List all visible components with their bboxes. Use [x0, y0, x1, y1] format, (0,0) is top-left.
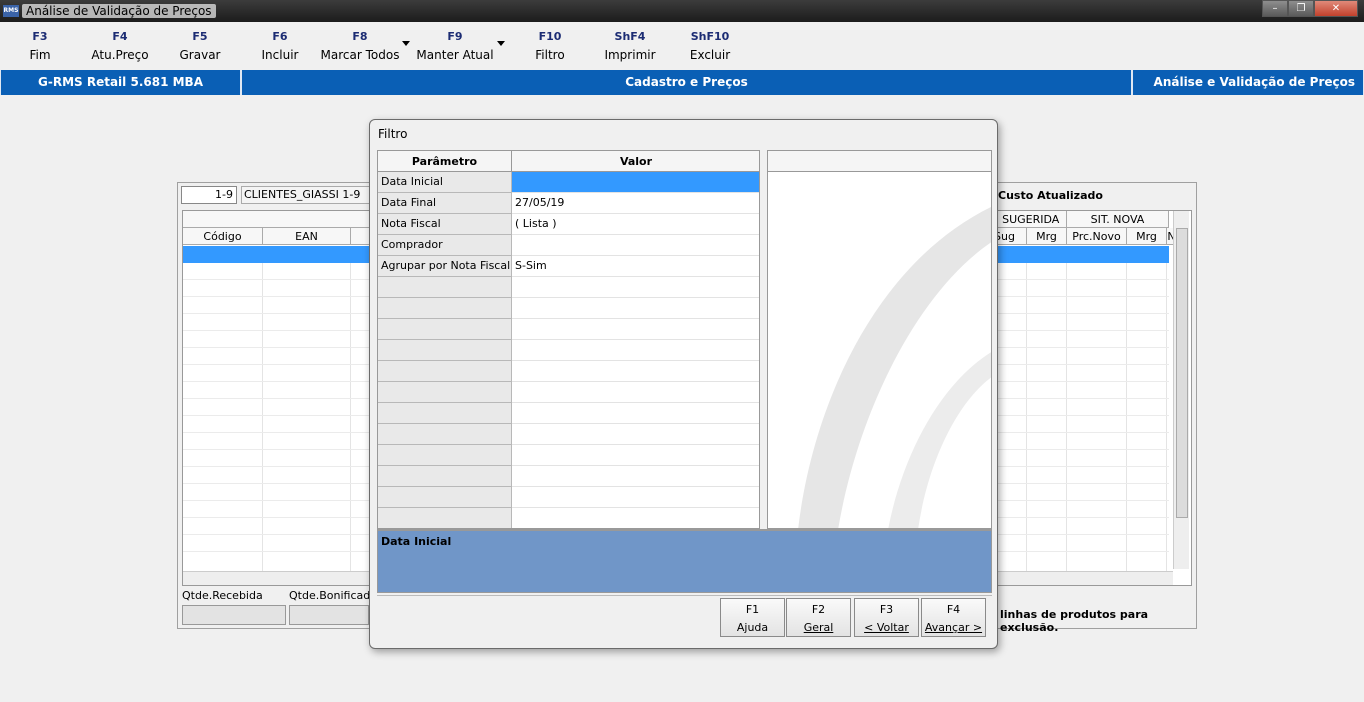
scrollbar-thumb[interactable] [1176, 228, 1188, 518]
column-header-valor: Valor [512, 151, 759, 172]
manter-atual-dropdown-icon[interactable] [497, 41, 505, 46]
empty-row [378, 361, 759, 382]
qtde-recebida-field [182, 605, 286, 625]
param-row-comprador[interactable]: Comprador [378, 235, 759, 256]
qtde-bonificada-label: Qtde.Bonificada [289, 589, 377, 602]
toolbar-imprimir-button[interactable]: ShF4 Imprimir [590, 30, 670, 62]
column-header-mrg[interactable]: Mrg [1027, 228, 1067, 245]
app-logo-icon: RMS [3, 5, 19, 17]
column-line [1126, 263, 1127, 573]
empty-row [378, 508, 759, 528]
param-label: Agrupar por Nota Fiscal [378, 256, 512, 277]
param-label: Data Inicial [378, 172, 512, 193]
filter-dialog: Filtro Parâmetro Valor Data Inicial Data… [369, 119, 998, 649]
column-line [1166, 263, 1167, 573]
param-row-agrupar-nota-fiscal[interactable]: Agrupar por Nota Fiscal S-Sim [378, 256, 759, 277]
dialog-separator [377, 595, 992, 596]
column-header-prc-novo[interactable]: Prc.Novo [1067, 228, 1127, 245]
param-label: Comprador [378, 235, 512, 256]
param-value-data-final[interactable]: 27/05/19 [512, 193, 759, 214]
grid-vertical-scrollbar[interactable] [1173, 211, 1189, 569]
empty-row [378, 382, 759, 403]
system-version: G-RMS Retail 5.681 MBA [0, 70, 241, 95]
empty-row [378, 298, 759, 319]
toolbar-gravar-button[interactable]: F5 Gravar [160, 30, 240, 62]
toolbar-filtro-button[interactable]: F10 Filtro [510, 30, 590, 62]
qtde-bonificada-field [289, 605, 369, 625]
ajuda-button[interactable]: F1 Ajuda [720, 598, 785, 637]
toolbar-manter-atual-button[interactable]: F9 Manter Atual [415, 30, 495, 62]
group-header-sit-nova: SIT. NOVA [1067, 211, 1169, 228]
column-line [262, 263, 263, 573]
column-header-ean[interactable]: EAN [263, 228, 351, 245]
preview-panel [767, 150, 992, 529]
column-header-parametro: Parâmetro [378, 151, 512, 172]
exclusao-info: linhas de produtos para exclusão. [1000, 608, 1149, 634]
param-row-nota-fiscal[interactable]: Nota Fiscal ( Lista ) [378, 214, 759, 235]
param-value-nota-fiscal[interactable]: ( Lista ) [512, 214, 759, 235]
toolbar-fim-button[interactable]: F3 Fim [0, 30, 80, 62]
minimize-button[interactable]: – [1262, 0, 1288, 17]
avancar-button[interactable]: F4 Avançar > [921, 598, 986, 637]
geral-button[interactable]: F2 Geral [786, 598, 851, 637]
column-line [350, 263, 351, 573]
window-title: Análise de Validação de Preços [22, 4, 216, 18]
qtde-recebida-label: Qtde.Recebida [182, 589, 263, 602]
voltar-button[interactable]: F3 < Voltar [854, 598, 919, 637]
maximize-button[interactable]: ❐ [1288, 0, 1314, 17]
module-title: Cadastro e Preços [241, 70, 1132, 95]
column-header-codigo[interactable]: Código [183, 228, 263, 245]
param-row-data-final[interactable]: Data Final 27/05/19 [378, 193, 759, 214]
toolbar-marcar-todos-button[interactable]: F8 Marcar Todos [320, 30, 400, 62]
empty-row [378, 403, 759, 424]
empty-row [378, 487, 759, 508]
empty-row [378, 277, 759, 298]
empty-row [378, 424, 759, 445]
toolbar: F3 Fim F4 Atu.Preço F5 Gravar F6 Incluir F8 M… [0, 22, 1364, 70]
client-code-field[interactable]: 1-9 [181, 186, 237, 204]
screen-title: Análise e Validação de Preços [1132, 70, 1364, 95]
parameter-grid[interactable]: Parâmetro Valor Data Inicial Data Final … [377, 150, 760, 529]
marcar-todos-dropdown-icon[interactable] [402, 41, 410, 46]
toolbar-atualizar-preco-button[interactable]: F4 Atu.Preço [80, 30, 160, 62]
column-line [1026, 263, 1027, 573]
column-line [1066, 263, 1067, 573]
help-description: Data Inicial [377, 529, 992, 593]
empty-row [378, 319, 759, 340]
param-value-data-inicial[interactable] [512, 172, 759, 193]
window-titlebar: RMS Análise de Validação de Preços – ❐ ✕ [0, 0, 1364, 22]
dialog-title: Filtro [378, 127, 408, 141]
custo-atualizado-label: Custo Atualizado [998, 189, 1103, 202]
param-label: Nota Fiscal [378, 214, 512, 235]
param-value-comprador[interactable] [512, 235, 759, 256]
client-name-field: CLIENTES_GIASSI 1-9 [241, 186, 371, 204]
param-row-data-inicial[interactable]: Data Inicial [378, 172, 759, 193]
header-bar: G-RMS Retail 5.681 MBA Cadastro e Preços… [0, 70, 1364, 95]
param-value-agrupar-nota-fiscal[interactable]: S-Sim [512, 256, 759, 277]
close-button[interactable]: ✕ [1314, 0, 1358, 17]
toolbar-excluir-button[interactable]: ShF10 Excluir [670, 30, 750, 62]
empty-row [378, 445, 759, 466]
param-label: Data Final [378, 193, 512, 214]
empty-row [378, 466, 759, 487]
empty-row [378, 340, 759, 361]
watermark-swoosh-icon [798, 207, 991, 528]
column-header-mrg-nova[interactable]: Mrg [1127, 228, 1167, 245]
toolbar-incluir-button[interactable]: F6 Incluir [240, 30, 320, 62]
